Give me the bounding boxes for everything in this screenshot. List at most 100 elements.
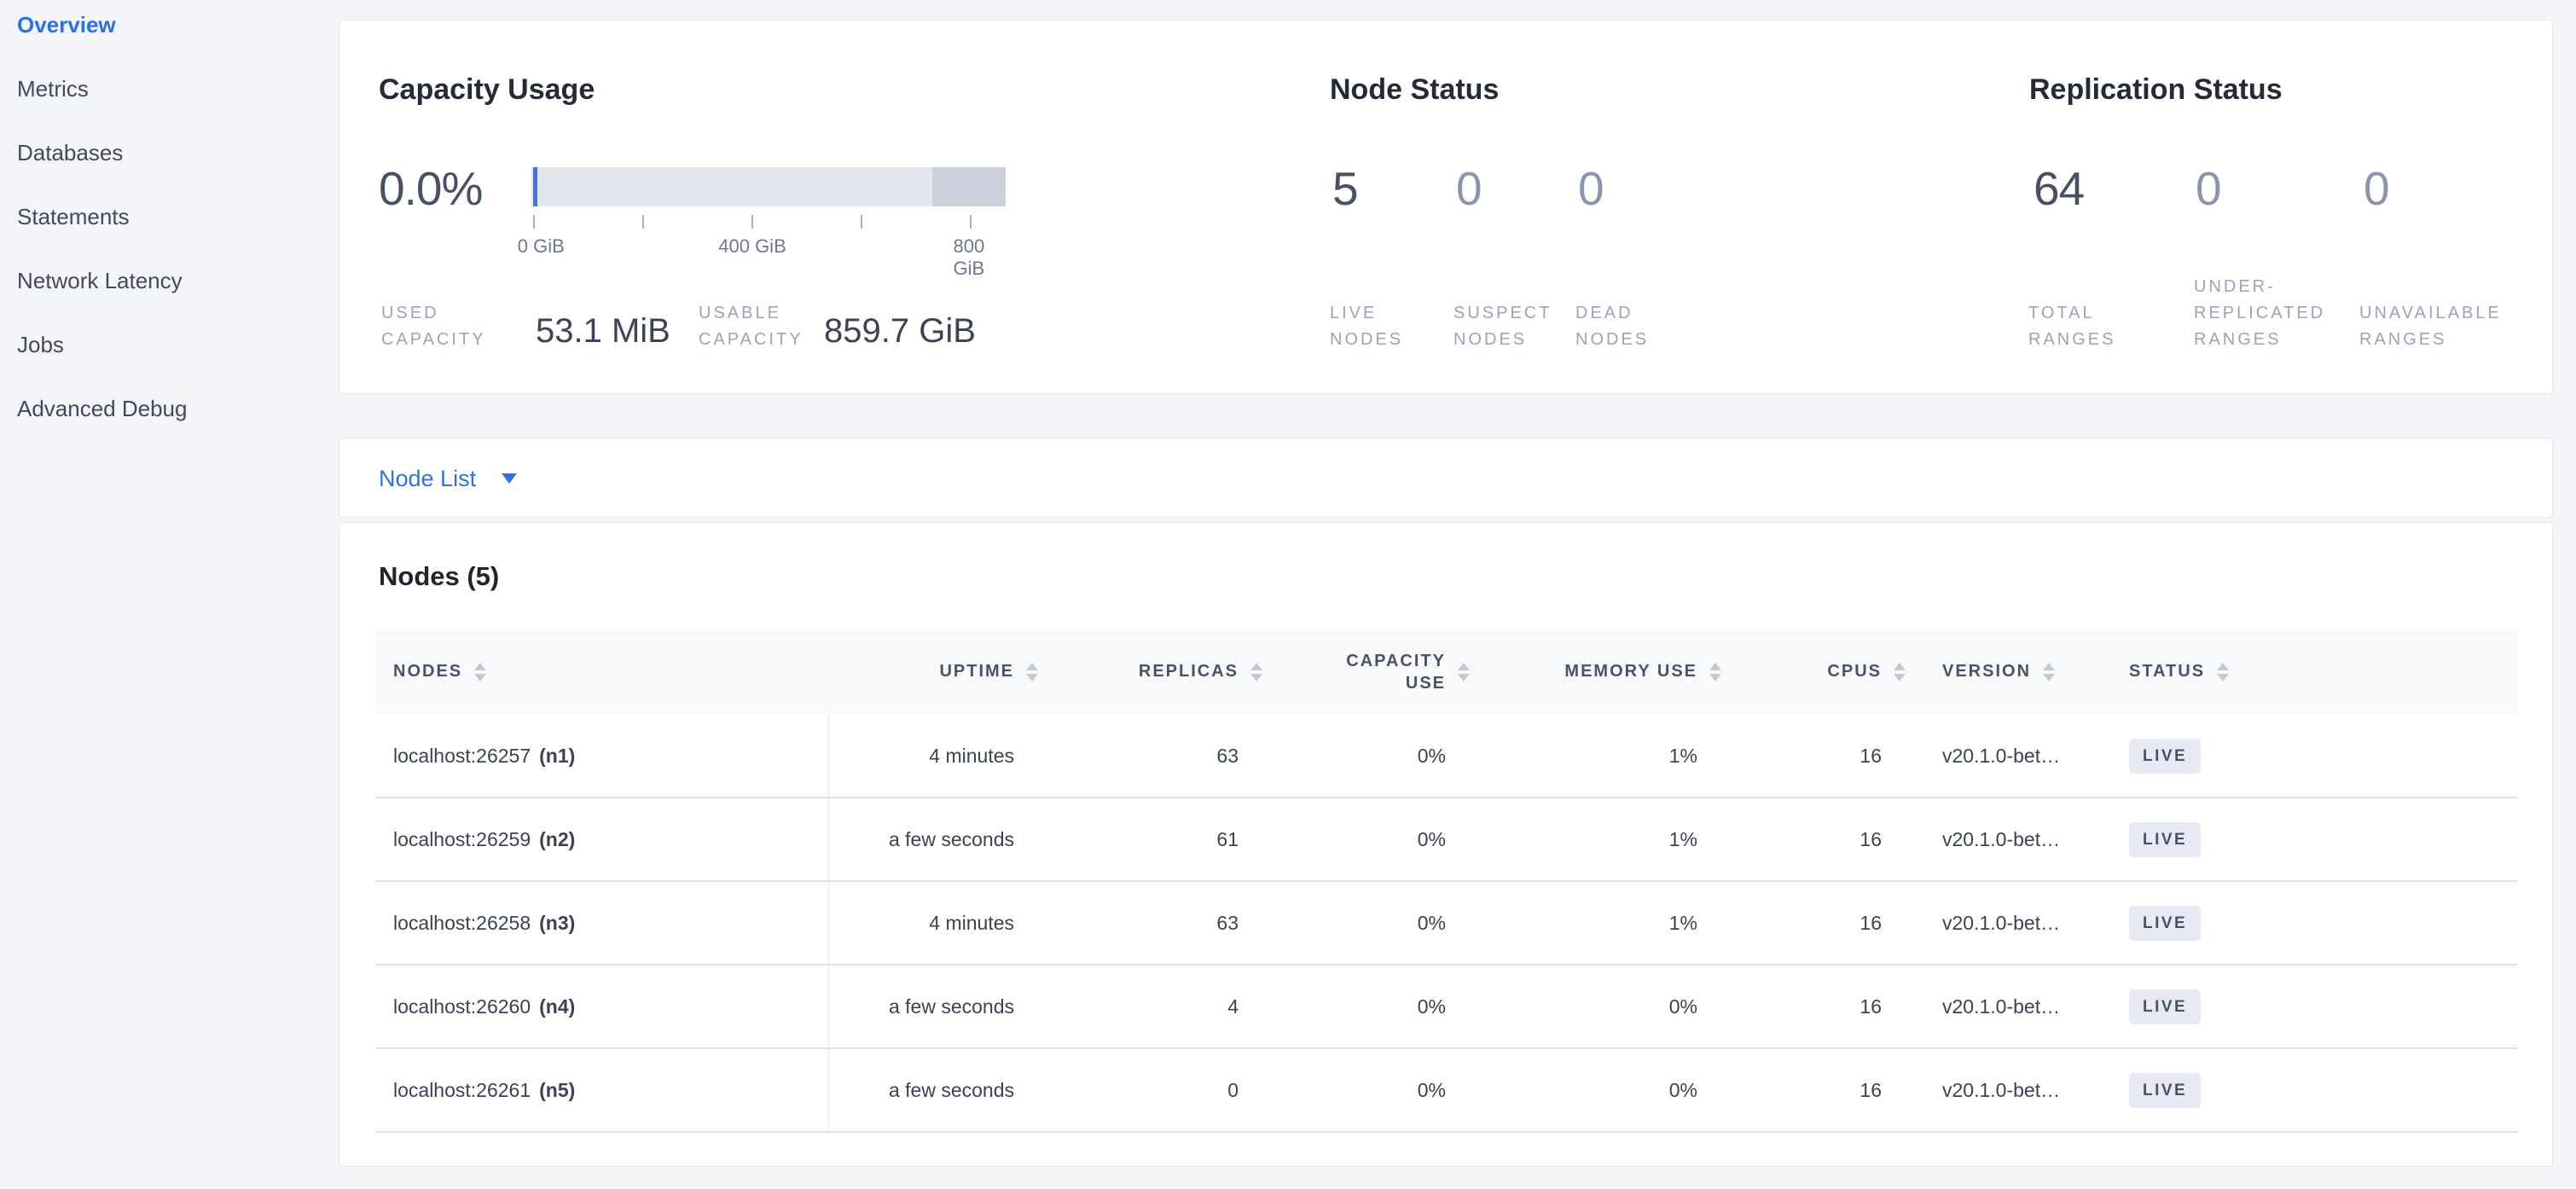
sidebar-item-statements[interactable]: Statements: [0, 185, 333, 249]
status-badge: LIVE: [2129, 822, 2201, 857]
total-ranges-label: TOTAL RANGES: [2028, 300, 2139, 353]
sidebar-item-network-latency[interactable]: Network Latency: [0, 249, 333, 313]
column-header-replicas[interactable]: REPLICAS: [1045, 629, 1269, 715]
uptime-cell: 4 minutes: [829, 882, 1045, 964]
memory-use-cell: 0%: [1477, 966, 1728, 1047]
total-ranges-count: 64: [2034, 165, 2084, 212]
capacity-use-cell: 0%: [1269, 966, 1477, 1047]
uptime-cell: 4 minutes: [829, 715, 1045, 797]
node-status-title: Node Status: [1330, 73, 1499, 107]
capacity-use-cell: 0%: [1269, 715, 1477, 797]
sort-icon: [1894, 663, 1906, 682]
status-cell: LIVE: [2126, 966, 2518, 1047]
sort-icon: [1026, 663, 1038, 682]
memory-use-cell: 1%: [1477, 798, 1728, 880]
capacity-usage-title: Capacity Usage: [379, 73, 595, 107]
suspect-nodes-label: SUSPECT NODES: [1453, 300, 1577, 353]
version-cell: v20.1.0-bet…: [1912, 1049, 2126, 1131]
nodes-table-title: Nodes (5): [379, 561, 499, 592]
uptime-cell: a few seconds: [829, 1049, 1045, 1131]
capacity-use-cell: 0%: [1269, 798, 1477, 880]
usable-capacity-value: 859.7 GiB: [824, 312, 976, 351]
node-address: localhost:26259(n2): [375, 798, 829, 880]
replication-status-title: Replication Status: [2029, 73, 2283, 107]
column-header-version[interactable]: VERSION: [1912, 629, 2126, 715]
capacity-bar-used-segment: [533, 167, 537, 206]
axis-label-400gib: 400 GiB: [718, 235, 786, 258]
column-header-cpus[interactable]: CPUS: [1728, 629, 1912, 715]
sort-icon: [1250, 663, 1262, 682]
cpus-cell: 16: [1728, 798, 1912, 880]
unavailable-count: 0: [2364, 165, 2389, 212]
status-cell: LIVE: [2126, 1049, 2518, 1131]
capacity-axis-ticks: [531, 215, 1006, 229]
cpus-cell: 16: [1728, 882, 1912, 964]
sidebar-item-advanced-debug[interactable]: Advanced Debug: [0, 377, 333, 441]
uptime-cell: a few seconds: [829, 966, 1045, 1047]
cluster-summary-card: Capacity Usage 0.0% 0 GiB 400 GiB 800 Gi…: [339, 20, 2553, 394]
under-replicated-count: 0: [2196, 165, 2221, 212]
under-replicated-label: UNDER-REPLICATED RANGES: [2194, 274, 2352, 353]
cpus-cell: 16: [1728, 715, 1912, 797]
sidebar-item-databases[interactable]: Databases: [0, 121, 333, 185]
node-address: localhost:26258(n3): [375, 882, 829, 964]
column-header-nodes[interactable]: NODES: [375, 629, 829, 715]
node-address: localhost:26261(n5): [375, 1049, 829, 1131]
replicas-cell: 61: [1045, 798, 1269, 880]
column-header-status[interactable]: STATUS: [2126, 629, 2518, 715]
replicas-cell: 0: [1045, 1049, 1269, 1131]
node-list-dropdown[interactable]: Node List: [379, 438, 517, 519]
table-row-n4[interactable]: localhost:26260(n4) a few seconds 4 0% 0…: [375, 966, 2518, 1049]
nodes-table: NODES UPTIME REPLICAS CAPACITY USE MEMOR…: [375, 629, 2518, 1133]
capacity-use-cell: 0%: [1269, 882, 1477, 964]
live-nodes-count: 5: [1332, 165, 1358, 212]
column-header-memory-use[interactable]: MEMORY USE: [1477, 629, 1728, 715]
live-nodes-label: LIVE NODES: [1330, 300, 1432, 353]
status-badge: LIVE: [2129, 989, 2201, 1024]
nodes-table-card: Nodes (5) NODES UPTIME REPLICAS CAPACITY…: [339, 522, 2553, 1167]
table-row-n5[interactable]: localhost:26261(n5) a few seconds 0 0% 0…: [375, 1049, 2518, 1133]
sidebar: Overview Metrics Databases Statements Ne…: [0, 0, 333, 1189]
sidebar-item-overview[interactable]: Overview: [0, 0, 333, 57]
capacity-axis-labels: 0 GiB 400 GiB 800 GiB: [531, 235, 1006, 259]
node-address: localhost:26257(n1): [375, 715, 829, 797]
cpus-cell: 16: [1728, 966, 1912, 1047]
column-header-uptime[interactable]: UPTIME: [829, 629, 1045, 715]
sidebar-item-jobs[interactable]: Jobs: [0, 313, 333, 377]
capacity-use-cell: 0%: [1269, 1049, 1477, 1131]
table-row-n3[interactable]: localhost:26258(n3) 4 minutes 63 0% 1% 1…: [375, 882, 2518, 966]
sidebar-item-metrics[interactable]: Metrics: [0, 57, 333, 121]
dead-nodes-count: 0: [1578, 165, 1604, 212]
chevron-down-icon: [502, 473, 517, 484]
axis-label-800gib: 800 GiB: [954, 235, 989, 280]
status-cell: LIVE: [2126, 798, 2518, 880]
suspect-nodes-count: 0: [1456, 165, 1482, 212]
sort-icon: [1709, 663, 1721, 682]
sort-icon: [1458, 663, 1470, 682]
sort-icon: [474, 663, 486, 682]
column-header-capacity-use[interactable]: CAPACITY USE: [1269, 629, 1477, 715]
table-row-n2[interactable]: localhost:26259(n2) a few seconds 61 0% …: [375, 798, 2518, 882]
nodes-table-body: localhost:26257(n1) 4 minutes 63 0% 1% 1…: [375, 715, 2518, 1133]
replicas-cell: 63: [1045, 715, 1269, 797]
cpus-cell: 16: [1728, 1049, 1912, 1131]
unavailable-label: UNAVAILABLE RANGES: [2359, 300, 2538, 353]
table-row-n1[interactable]: localhost:26257(n1) 4 minutes 63 0% 1% 1…: [375, 715, 2518, 798]
version-cell: v20.1.0-bet…: [1912, 715, 2126, 797]
memory-use-cell: 1%: [1477, 715, 1728, 797]
capacity-usage-bar: [531, 167, 1006, 206]
memory-use-cell: 1%: [1477, 882, 1728, 964]
uptime-cell: a few seconds: [829, 798, 1045, 880]
nodes-table-header: NODES UPTIME REPLICAS CAPACITY USE MEMOR…: [375, 629, 2518, 715]
version-cell: v20.1.0-bet…: [1912, 966, 2126, 1047]
version-cell: v20.1.0-bet…: [1912, 882, 2126, 964]
replicas-cell: 63: [1045, 882, 1269, 964]
status-badge: LIVE: [2129, 906, 2201, 941]
capacity-used-percent: 0.0%: [379, 165, 482, 212]
dead-nodes-label: DEAD NODES: [1575, 300, 1678, 353]
version-cell: v20.1.0-bet…: [1912, 798, 2126, 880]
node-list-dropdown-label: Node List: [379, 466, 476, 492]
node-address: localhost:26260(n4): [375, 966, 829, 1047]
replicas-cell: 4: [1045, 966, 1269, 1047]
capacity-bar-other-segment: [932, 167, 1006, 206]
